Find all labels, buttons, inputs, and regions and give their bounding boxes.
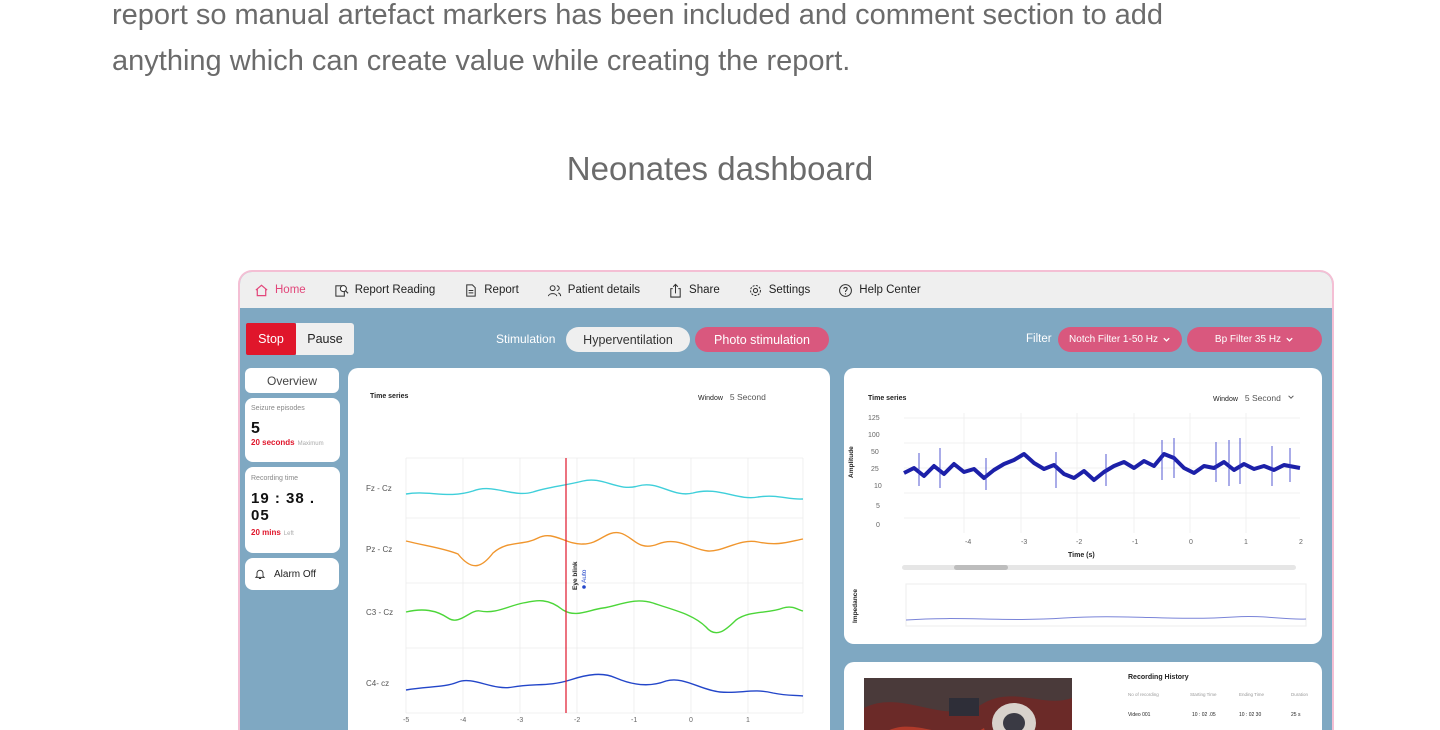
- amplitude-plot: [902, 413, 1307, 627]
- x-tick: -4: [965, 539, 972, 546]
- impedance-box: [905, 583, 1307, 627]
- seizure-episodes-label: Seizure episodes: [251, 405, 305, 412]
- trace-pz-cz: [405, 531, 804, 567]
- stop-button[interactable]: Stop: [246, 323, 296, 355]
- recording-history-title: Recording History: [1128, 674, 1189, 681]
- x-tick: 2: [1299, 539, 1303, 546]
- nav-item-report[interactable]: Report: [463, 283, 519, 298]
- report-search-icon: [335, 284, 349, 297]
- x-tick: -3: [1021, 539, 1028, 546]
- nav-item-settings[interactable]: Settings: [748, 283, 811, 298]
- nav-label: Patient details: [567, 284, 641, 296]
- nav-item-home[interactable]: Home: [254, 283, 306, 298]
- x-tick: -3: [517, 717, 524, 724]
- event-marker-sub: Auto: [581, 569, 588, 583]
- trace-c4-cz: [405, 673, 804, 697]
- table-header: Ending Time: [1239, 692, 1265, 697]
- x-tick: -5: [403, 717, 410, 724]
- figure-caption: Neonates dashboard: [566, 150, 874, 187]
- overview-tab[interactable]: Overview: [245, 368, 339, 393]
- help-icon: [839, 283, 853, 297]
- impedance-line: [905, 616, 1307, 621]
- x-tick: -1: [631, 717, 638, 724]
- table-cell: 10 : 02 .05: [1192, 712, 1216, 718]
- bell-icon: [254, 569, 266, 579]
- nav-label: Share: [689, 284, 720, 296]
- seizure-count: 5: [251, 420, 260, 437]
- bp-filter-value: Bp Filter 35 Hz: [1214, 334, 1282, 345]
- recording-remaining-note: Left: [283, 531, 294, 537]
- table-cell: 25 s: [1291, 712, 1301, 718]
- seizure-episodes-card: Seizure episodes 5 20 seconds Maximum: [245, 398, 340, 462]
- video-frame-image: [864, 678, 1072, 730]
- scrollbar-thumb: [954, 565, 1008, 570]
- notch-filter-dropdown[interactable]: Notch Filter 1-50 Hz: [1058, 327, 1182, 352]
- x-tick: 1: [1244, 539, 1248, 546]
- recording-history-panel: Recording History No of recording Starti…: [844, 662, 1322, 730]
- top-navbar: Home Report Reading Report Patient detai…: [240, 272, 1332, 308]
- trace-fz-cz: [405, 479, 804, 500]
- recording-remaining: 20 mins: [251, 528, 281, 537]
- article-line: report so manual artefact markers has be…: [112, 0, 1164, 31]
- recording-time-value: 19 : 38 . 05: [251, 490, 316, 524]
- nav-label: Report: [484, 284, 519, 296]
- alarm-label: Alarm Off: [274, 568, 317, 580]
- notch-filter-value: Notch Filter 1-50 Hz: [1069, 334, 1158, 345]
- table-header: No of recording: [1128, 692, 1159, 697]
- seizure-duration-note: Maximum: [297, 441, 324, 447]
- table-cell: 10 : 02 30: [1239, 712, 1262, 718]
- table-cell[interactable]: Video 001: [1128, 712, 1150, 718]
- x-tick: -4: [460, 717, 467, 724]
- article-paragraph: report so manual artefact markers has be…: [112, 0, 1312, 84]
- nav-label: Settings: [768, 284, 811, 296]
- x-axis-label: Time (s): [1068, 552, 1095, 559]
- chevron-down-icon: [1286, 337, 1293, 342]
- amplitude-spikes: [918, 438, 1291, 490]
- impedance-label: Impedance: [852, 589, 859, 623]
- x-tick: -2: [574, 717, 581, 724]
- gear-icon: [749, 284, 761, 296]
- stimulation-label: Stimulation: [496, 332, 556, 346]
- table-header: Starting Time: [1190, 692, 1217, 697]
- event-marker-label: Eye blink: [572, 561, 579, 590]
- x-tick: 1: [746, 717, 750, 724]
- amplitude-time-series-panel: Time series Window 5 Second Amplitude 125…: [844, 368, 1322, 644]
- share-icon: [670, 283, 681, 298]
- eeg-traces: Eye blink Auto: [405, 457, 804, 714]
- x-tick: 0: [1189, 539, 1193, 546]
- recording-remaining-row: 20 mins Left: [251, 528, 334, 537]
- recording-time-label: Recording time: [251, 475, 299, 482]
- table-header: Duration: [1291, 692, 1309, 697]
- home-icon: [255, 284, 268, 296]
- amplitude-signal: [903, 452, 1301, 482]
- dashboard-screenshot: Home Report Reading Report Patient detai…: [238, 270, 1334, 730]
- article-line: anything which can create value while cr…: [112, 45, 851, 77]
- alarm-toggle[interactable]: Alarm Off: [245, 558, 339, 590]
- nav-item-help-center[interactable]: Help Center: [838, 283, 921, 298]
- auto-dot-icon: [582, 585, 586, 589]
- chevron-down-icon: [1163, 337, 1170, 342]
- bp-filter-dropdown[interactable]: Bp Filter 35 Hz: [1187, 327, 1322, 352]
- recording-time-card: Recording time 19 : 38 . 05 20 mins Left: [245, 467, 340, 553]
- photo-stimulation-button[interactable]: Photo stimulation: [695, 327, 829, 352]
- nav-item-report-reading[interactable]: Report Reading: [334, 283, 436, 298]
- x-tick: -1: [1132, 539, 1139, 546]
- hyperventilation-button[interactable]: Hyperventilation: [566, 327, 690, 352]
- trace-c3-cz: [405, 600, 804, 634]
- x-tick: -2: [1076, 539, 1083, 546]
- nav-label: Help Center: [859, 284, 921, 296]
- users-icon: [547, 284, 561, 296]
- nav-label: Home: [275, 284, 306, 296]
- document-icon: [466, 283, 476, 297]
- eeg-time-series-panel: Time series Window 5 Second Fz - Cz Pz - …: [348, 368, 830, 730]
- pause-button[interactable]: Pause: [296, 323, 354, 355]
- filter-label: Filter: [1026, 333, 1052, 345]
- seizure-duration-row: 20 seconds Maximum: [251, 438, 334, 447]
- seizure-duration: 20 seconds: [251, 438, 295, 447]
- nav-label: Report Reading: [354, 284, 436, 296]
- x-tick: 0: [689, 717, 693, 724]
- nav-item-share[interactable]: Share: [668, 283, 720, 298]
- nav-item-patient-details[interactable]: Patient details: [547, 283, 640, 298]
- video-thumbnail[interactable]: [864, 678, 1072, 730]
